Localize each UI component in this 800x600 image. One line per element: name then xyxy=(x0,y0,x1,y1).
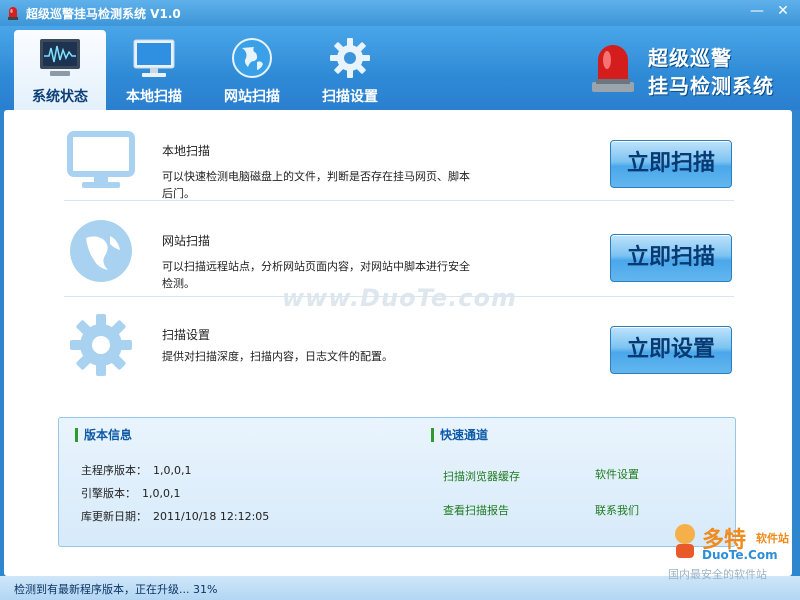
tab-scan-settings[interactable]: 扫描设置 xyxy=(304,30,396,110)
app-window: 超级巡警挂马检测系统 V1.0 — ✕ 系统状态 本地扫描 网站扫描 扫描设置 … xyxy=(0,0,800,600)
monitor-icon xyxy=(67,131,135,188)
site-watermark-badge: 多特 软件站 DuoTe.Com 国内最安全的软件站 xyxy=(668,518,796,584)
feature-scan-settings: 扫描设置 提供对扫描深度，扫描内容，日志文件的配置。 立即设置 xyxy=(4,300,792,390)
feature-title: 网站扫描 xyxy=(162,234,211,248)
info-panel: 版本信息 主程序版本： 1,0,0,1 引擎版本： 1,0,0,1 库更新日期： 20… xyxy=(58,417,736,547)
tab-label: 系统状态 xyxy=(32,89,88,105)
feature-description: 可以扫描远程站点，分析网站页面内容，对网站中脚本进行安全检测。 xyxy=(162,260,470,290)
badge-brand-sub: 软件站 xyxy=(756,532,789,545)
feature-description: 可以快速检测电脑磁盘上的文件，判断是否存在挂马网页、脚本后门。 xyxy=(162,170,470,200)
siren-app-icon xyxy=(8,7,18,20)
monitor-waveform-icon xyxy=(40,39,80,76)
badge-url: DuoTe.Com xyxy=(702,548,778,562)
info-row-main-version: 主程序版本： 1,0,0,1 xyxy=(81,462,191,478)
badge-slogan: 国内最安全的软件站 xyxy=(668,568,767,581)
set-now-button[interactable]: 立即设置 xyxy=(610,326,732,374)
scan-now-button-local[interactable]: 立即扫描 xyxy=(610,140,732,188)
update-status-text: 检测到有最新程序版本，正在升级... 31% xyxy=(14,583,218,596)
tab-label: 本地扫描 xyxy=(126,89,182,105)
info-row-engine-version: 引擎版本： 1,0,0,1 xyxy=(81,485,180,501)
version-info-title: 版本信息 xyxy=(75,428,132,442)
tab-label: 网站扫描 xyxy=(224,89,280,105)
tab-local-scan[interactable]: 本地扫描 xyxy=(108,30,200,110)
quick-access-title: 快速通道 xyxy=(431,428,488,442)
gear-icon xyxy=(70,314,132,376)
info-label: 引擎版本： xyxy=(81,487,136,500)
divider xyxy=(64,296,734,297)
divider xyxy=(64,200,734,201)
desktop-monitor-icon xyxy=(133,39,175,77)
gear-icon xyxy=(330,38,370,78)
quick-link-view-scan-report[interactable]: 查看扫描报告 xyxy=(443,502,509,518)
close-button[interactable]: ✕ xyxy=(772,2,794,20)
info-label: 库更新日期： xyxy=(81,510,147,523)
quick-link-contact-us[interactable]: 联系我们 xyxy=(595,502,639,518)
feature-website-scan: 网站扫描 可以扫描远程站点，分析网站页面内容，对网站中脚本进行安全检测。 立即扫… xyxy=(4,206,792,296)
info-value: 1,0,0,1 xyxy=(142,487,181,500)
window-title: 超级巡警挂马检测系统 V1.0 xyxy=(26,7,181,21)
logo-title-line2: 挂马检测系统 xyxy=(648,74,774,98)
info-value: 2011/10/18 12:12:05 xyxy=(153,510,270,523)
mascot-icon xyxy=(675,524,695,558)
tab-website-scan[interactable]: 网站扫描 xyxy=(206,30,298,110)
logo-title-line1: 超级巡警 xyxy=(648,46,732,70)
tab-system-status[interactable]: 系统状态 xyxy=(14,30,106,110)
siren-icon xyxy=(592,45,634,92)
info-value: 1,0,0,1 xyxy=(153,464,192,477)
tab-label: 扫描设置 xyxy=(322,89,378,105)
info-row-db-update-date: 库更新日期： 2011/10/18 12:12:05 xyxy=(81,508,269,524)
product-logo: 超级巡警 挂马检测系统 xyxy=(584,34,794,104)
shield-globe-icon xyxy=(70,220,132,282)
title-bar[interactable]: 超级巡警挂马检测系统 V1.0 — ✕ xyxy=(0,0,800,26)
main-panel: www.DuoTe.com 本地扫描 可以快速检测电脑磁盘上的文件，判断是否存在… xyxy=(4,110,792,576)
feature-description: 提供对扫描深度，扫描内容，日志文件的配置。 xyxy=(162,350,393,363)
info-label: 主程序版本： xyxy=(81,464,147,477)
feature-local-scan: 本地扫描 可以快速检测电脑磁盘上的文件，判断是否存在挂马网页、脚本后门。 立即扫… xyxy=(4,116,792,206)
quick-link-software-settings[interactable]: 软件设置 xyxy=(595,466,639,482)
minimize-button[interactable]: — xyxy=(746,2,768,20)
quick-link-scan-browser-cache[interactable]: 扫描浏览器缓存 xyxy=(443,468,520,484)
header: 系统状态 本地扫描 网站扫描 扫描设置 超级巡警 挂马检测系统 xyxy=(0,26,800,110)
feature-title: 扫描设置 xyxy=(162,328,211,342)
scan-now-button-website[interactable]: 立即扫描 xyxy=(610,234,732,282)
feature-title: 本地扫描 xyxy=(162,144,211,158)
globe-icon xyxy=(232,38,272,78)
